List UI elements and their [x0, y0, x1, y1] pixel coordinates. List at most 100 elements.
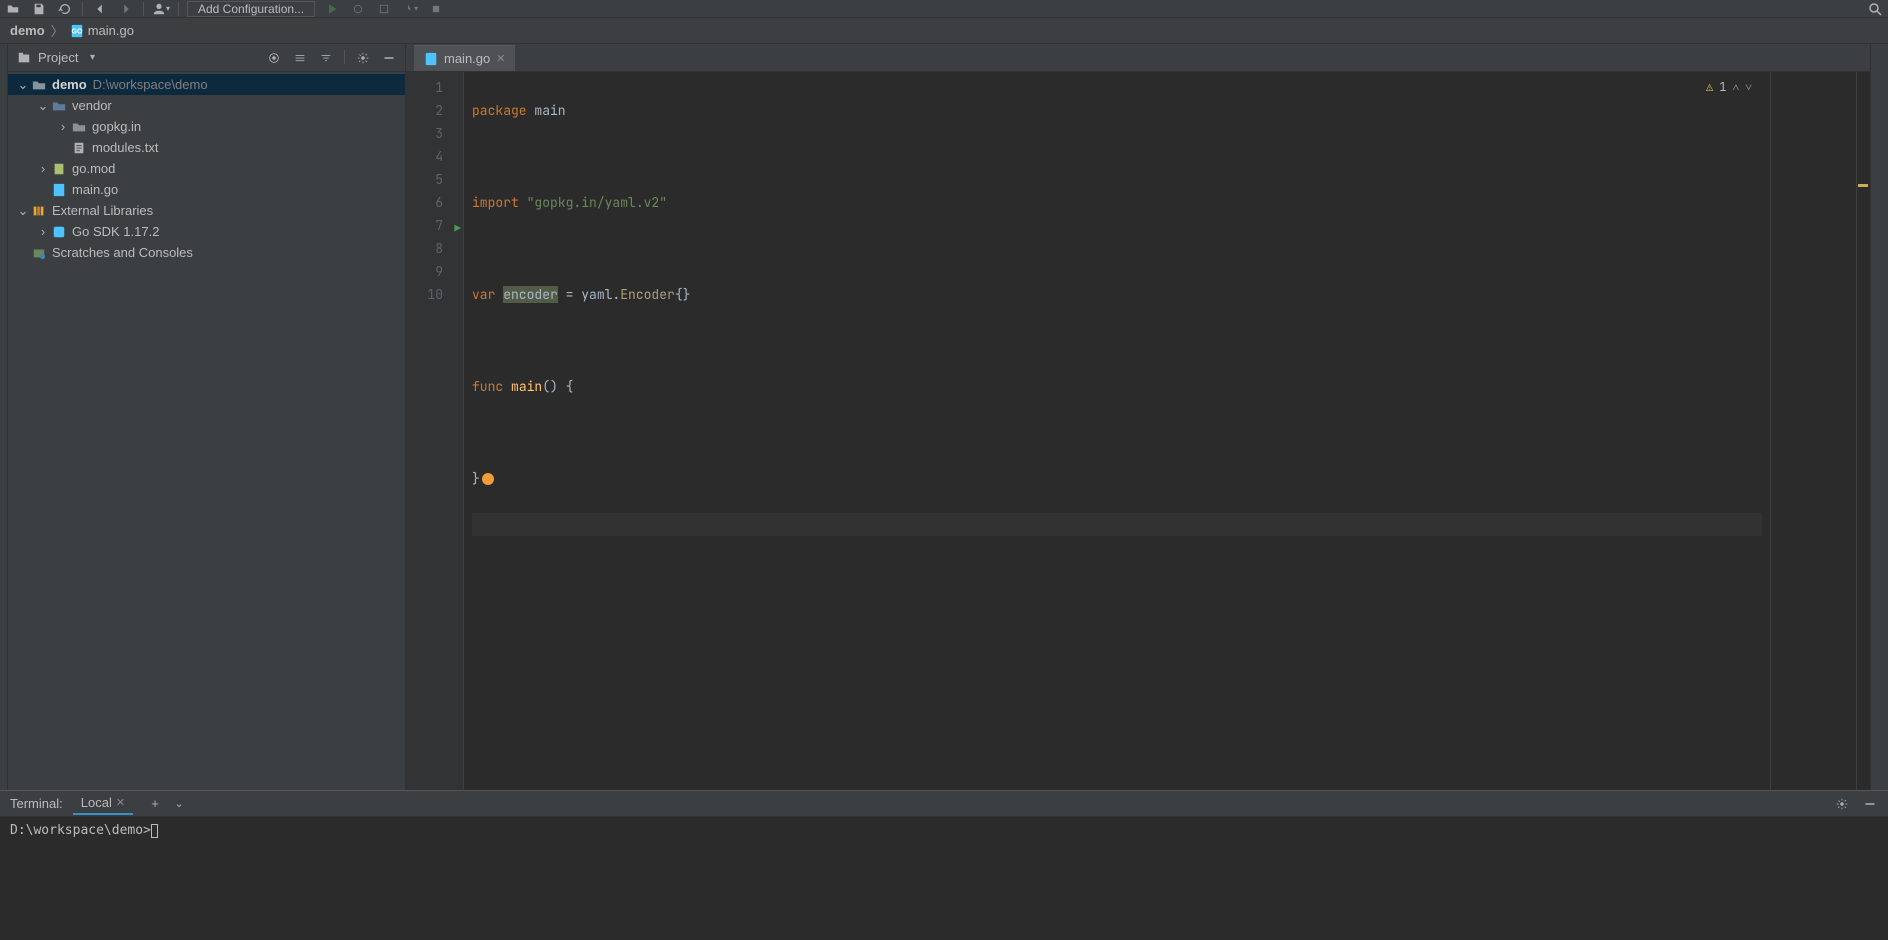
open-icon[interactable] [4, 1, 22, 17]
intention-bulb-icon[interactable] [482, 473, 494, 485]
inspection-status[interactable]: ⚠ 1 ˄ ˅ [1706, 76, 1752, 99]
chevron-down-icon[interactable]: ⌄ [16, 77, 30, 93]
line-number: 3 [406, 122, 463, 145]
chevron-down-icon[interactable]: ▾ [84, 50, 100, 66]
tree-label: main.go [72, 182, 118, 197]
gutter[interactable]: 1 2 3 4 5 6 7▶ 8 9 10 [406, 72, 464, 790]
stop-icon[interactable] [427, 1, 445, 17]
prev-highlight-icon[interactable]: ˄ [1732, 76, 1739, 99]
tree-path: D:\workspace\demo [93, 77, 208, 92]
library-icon [30, 204, 48, 218]
breadcrumb: demo 〉 GO main.go [0, 18, 1888, 44]
folder-icon [50, 99, 68, 113]
editor-right-margin [1770, 72, 1856, 790]
line-number: 10 [406, 283, 463, 306]
forward-icon[interactable] [117, 1, 135, 17]
gear-icon[interactable] [1834, 796, 1850, 812]
tree-node-modules[interactable]: modules.txt [8, 137, 405, 158]
terminal-cursor [151, 824, 158, 838]
refresh-icon[interactable] [56, 1, 74, 17]
profile-icon[interactable]: ▾ [401, 1, 419, 17]
separator [82, 2, 83, 16]
terminal-title: Terminal: [10, 796, 63, 811]
tree-node-gosdk[interactable]: › Go SDK 1.17.2 [8, 221, 405, 242]
tree-node-vendor[interactable]: ⌄ vendor [8, 95, 405, 116]
chevron-down-icon[interactable]: ⌄ [171, 796, 187, 812]
save-icon[interactable] [30, 1, 48, 17]
tree-node-root[interactable]: ⌄ demo D:\workspace\demo [8, 74, 405, 95]
add-configuration-dropdown[interactable]: Add Configuration... [187, 1, 315, 17]
tab-label: main.go [444, 51, 490, 66]
tree-node-maingo[interactable]: main.go [8, 179, 405, 200]
terminal-tool-window: Terminal: Local ✕ + ⌄ D:\workspace\demo> [0, 790, 1888, 940]
next-highlight-icon[interactable]: ˅ [1745, 76, 1752, 99]
tree-node-scratches[interactable]: Scratches and Consoles [8, 242, 405, 263]
debug-icon[interactable] [349, 1, 367, 17]
hide-icon[interactable] [1862, 796, 1878, 812]
scratches-icon [30, 246, 48, 260]
hide-icon[interactable] [381, 50, 397, 66]
separator [344, 50, 345, 64]
separator [178, 2, 179, 16]
close-icon[interactable]: ✕ [116, 796, 125, 809]
collapse-all-icon[interactable] [318, 50, 334, 66]
go-sdk-icon [50, 225, 68, 239]
tree-label: vendor [72, 98, 112, 113]
chevron-right-icon[interactable]: › [36, 161, 50, 176]
project-tree[interactable]: ⌄ demo D:\workspace\demo ⌄ vendor › gopk… [8, 72, 405, 790]
folder-icon [70, 120, 88, 134]
add-terminal-icon[interactable]: + [147, 796, 163, 812]
tree-node-gopkg[interactable]: › gopkg.in [8, 116, 405, 137]
line-number: 7▶ [406, 214, 463, 237]
svg-text:GO: GO [71, 28, 82, 35]
chevron-down-icon[interactable]: ⌄ [16, 203, 30, 219]
gear-icon[interactable] [355, 50, 371, 66]
tree-node-gomod[interactable]: › go.mod [8, 158, 405, 179]
editor-area: main.go ✕ 1 2 3 4 5 6 7▶ 8 9 10 package … [406, 44, 1870, 790]
tree-label: Go SDK 1.17.2 [72, 224, 159, 239]
right-tool-stripe[interactable] [1870, 44, 1888, 790]
line-number: 6 [406, 191, 463, 214]
tree-label: go.mod [72, 161, 115, 176]
folder-icon [30, 78, 48, 92]
line-number: 5 [406, 168, 463, 191]
user-icon[interactable]: ▾ [152, 1, 170, 17]
left-tool-stripe[interactable] [0, 44, 8, 790]
chevron-right-icon[interactable]: › [56, 119, 70, 134]
tree-label: demo [52, 77, 87, 92]
breadcrumb-root-label: demo [10, 23, 45, 38]
back-icon[interactable] [91, 1, 109, 17]
select-opened-file-icon[interactable] [266, 50, 282, 66]
line-number: 8 [406, 237, 463, 260]
line-number: 4 [406, 145, 463, 168]
project-panel-header: Project ▾ [8, 44, 405, 72]
line-number: 2 [406, 99, 463, 122]
chevron-down-icon[interactable]: ⌄ [36, 98, 50, 114]
tree-label: gopkg.in [92, 119, 141, 134]
warning-marker[interactable] [1858, 184, 1868, 187]
search-icon[interactable] [1866, 1, 1884, 17]
coverage-icon[interactable] [375, 1, 393, 17]
breadcrumb-file[interactable]: GO main.go [66, 23, 138, 38]
text-file-icon [70, 141, 88, 155]
terminal-tab-local[interactable]: Local ✕ [73, 793, 133, 815]
editor-tabs: main.go ✕ [406, 44, 1870, 72]
error-stripe[interactable] [1856, 72, 1870, 790]
go-mod-icon [50, 162, 68, 176]
expand-all-icon[interactable] [292, 50, 308, 66]
breadcrumb-root[interactable]: demo [6, 23, 49, 38]
code-editor[interactable]: package main import "gopkg.in/yaml.v2" v… [464, 72, 1770, 790]
project-panel-title: Project [38, 50, 78, 65]
go-file-icon: GO [70, 24, 84, 38]
project-tool-window: Project ▾ ⌄ demo D:\workspace\demo ⌄ ven… [8, 44, 406, 790]
warning-count: 1 [1719, 76, 1726, 99]
terminal-body[interactable]: D:\workspace\demo> [0, 817, 1888, 940]
close-icon[interactable]: ✕ [496, 52, 505, 65]
chevron-right-icon[interactable]: › [36, 224, 50, 239]
tree-node-external-libraries[interactable]: ⌄ External Libraries [8, 200, 405, 221]
line-number: 9 [406, 260, 463, 283]
tab-maingo[interactable]: main.go ✕ [414, 45, 515, 71]
terminal-header: Terminal: Local ✕ + ⌄ [0, 791, 1888, 817]
run-icon[interactable] [323, 1, 341, 17]
breadcrumb-separator: 〉 [49, 21, 66, 40]
